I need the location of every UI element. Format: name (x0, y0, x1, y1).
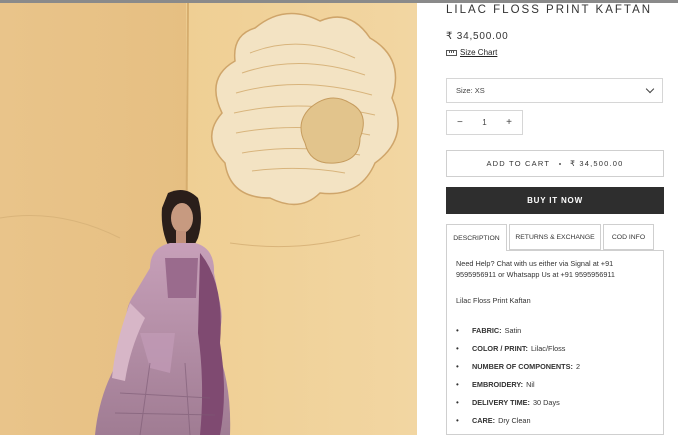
description-panel: Need Help? Chat with us either via Signa… (446, 250, 664, 435)
product-title: LILAC FLOSS PRINT KAFTAN (446, 4, 653, 16)
tab-description[interactable]: DESCRIPTION (446, 224, 507, 251)
product-price: ₹ 34,500.00 (446, 31, 509, 42)
add-to-cart-price: ₹ 34,500.00 (570, 159, 624, 168)
quantity-input[interactable]: 1 (482, 118, 486, 127)
add-to-cart-label: ADD TO CART (486, 159, 551, 168)
buy-it-now-button[interactable]: BUY IT NOW (446, 187, 664, 214)
product-image[interactable] (0, 3, 417, 435)
add-to-cart-button[interactable]: ADD TO CART ₹ 34,500.00 (446, 150, 664, 177)
description-product-name: Lilac Floss Print Kaftan (456, 296, 531, 305)
spec-fabric: • FABRIC: Satin (456, 326, 522, 335)
separator-dot (559, 162, 562, 165)
size-chart-link[interactable]: Size Chart (446, 48, 497, 57)
decrease-quantity-button[interactable]: − (457, 117, 463, 128)
tab-returns-exchange-label: RETURNS & EXCHANGE (515, 233, 595, 241)
spec-delivery-time: • DELIVERY TIME: 30 Days (456, 398, 560, 407)
quantity-stepper: − 1 + (446, 110, 523, 135)
size-select-value: Size: XS (456, 86, 485, 95)
tab-description-label: DESCRIPTION (453, 234, 500, 242)
spec-components: • NUMBER OF COMPONENTS: 2 (456, 362, 581, 371)
spec-color-print: • COLOR / PRINT: Lilac/Floss (456, 344, 566, 353)
buy-it-now-label: BUY IT NOW (527, 196, 583, 205)
tab-cod-info-label: COD INFO (611, 233, 646, 241)
ruler-icon (446, 49, 457, 56)
increase-quantity-button[interactable]: + (506, 117, 512, 128)
size-select[interactable]: Size: XS (446, 78, 663, 103)
help-text: Need Help? Chat with us either via Signa… (456, 259, 615, 279)
tab-cod-info[interactable]: COD INFO (603, 224, 654, 250)
chevron-down-icon (645, 84, 655, 94)
spec-care: • CARE: Dry Clean (456, 416, 531, 425)
tab-returns-exchange[interactable]: RETURNS & EXCHANGE (509, 224, 601, 250)
size-chart-label: Size Chart (460, 48, 498, 57)
spec-embroidery: • EMBROIDERY: Nil (456, 380, 535, 389)
